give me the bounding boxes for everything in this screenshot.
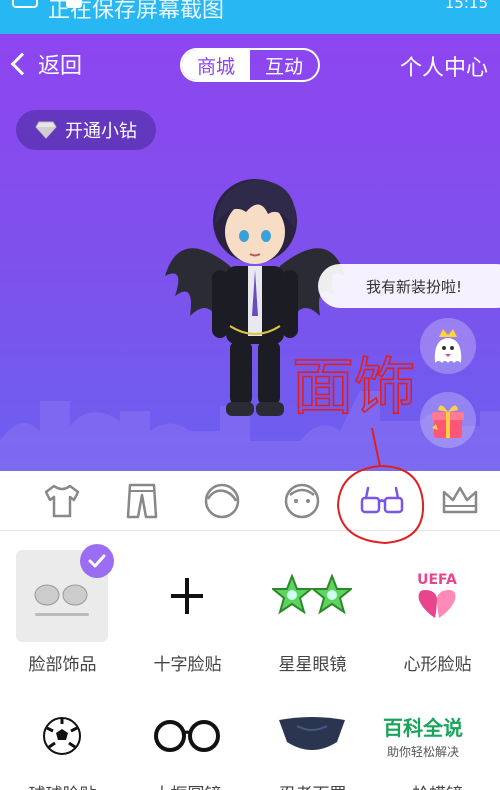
item-label: 球球脸贴 <box>0 780 125 790</box>
item-cross-sticker[interactable]: 十字脸贴 <box>125 532 250 675</box>
face-accessory-icon <box>34 584 89 616</box>
ninja-mask-icon <box>279 717 345 750</box>
status-time: 15:15 <box>444 0 488 12</box>
selected-check-icon <box>80 544 114 578</box>
avatar-stage: 返回 商城 互动 个人中心 开通小钻 我有新装扮啦! <box>0 34 500 471</box>
category-tab-bar <box>0 471 500 531</box>
item-label: 忍者面罩 <box>250 780 375 790</box>
item-thumb <box>16 690 108 782</box>
watermark-title: 百科全说 <box>383 716 463 740</box>
item-face-accessory[interactable]: 脸部饰品 <box>0 532 125 675</box>
camera-icon <box>12 0 38 8</box>
profile-link[interactable]: 个人中心 <box>400 50 488 82</box>
hair-icon <box>204 483 240 519</box>
tab-hair[interactable] <box>192 479 252 523</box>
watermark-logo: 百科全说 助你轻松解决 <box>358 712 488 760</box>
item-heart-sticker[interactable]: UEFA 心形脸贴 <box>375 532 500 675</box>
watermark-subtitle: 助你轻松解决 <box>386 745 459 759</box>
face-icon <box>284 483 320 519</box>
gift-button[interactable] <box>420 392 476 448</box>
cross-sticker-icon <box>171 578 203 614</box>
tab-headwear[interactable] <box>430 479 490 523</box>
star-glasses-icon <box>272 574 352 615</box>
tab-accessories[interactable] <box>352 479 412 523</box>
status-bar: 正在保存屏幕截图 15:15 <box>0 0 500 34</box>
vip-label: 开通小钻 <box>65 121 137 142</box>
glasses-icon <box>360 486 404 514</box>
vip-button[interactable]: 开通小钻 <box>16 110 156 150</box>
tab-interact[interactable]: 互动 <box>250 50 318 80</box>
item-label: 大框圆镜 <box>125 780 250 790</box>
speech-bubble: 我有新装扮啦! <box>318 264 500 308</box>
tab-mall[interactable]: 商城 <box>182 50 250 80</box>
avatar-king-button[interactable] <box>420 318 476 374</box>
uefa-badge: UEFA <box>417 572 457 588</box>
gift-icon <box>432 405 464 438</box>
tab-face[interactable] <box>272 479 332 523</box>
item-thumb <box>141 690 233 782</box>
crown-icon <box>442 486 478 514</box>
tab-bottoms[interactable] <box>112 479 172 523</box>
mode-segmented-control: 商城 互动 <box>180 48 320 82</box>
item-ninja-mask[interactable]: 忍者面罩 <box>250 672 375 790</box>
ghost-crown-icon <box>434 329 462 363</box>
tab-tops[interactable] <box>32 479 92 523</box>
item-thumb <box>141 550 233 642</box>
item-thumb <box>266 690 358 782</box>
pants-icon <box>126 483 158 519</box>
shirt-icon <box>44 484 80 518</box>
item-round-glasses[interactable]: 大框圆镜 <box>125 672 250 790</box>
status-notification: 正在保存屏幕截图 <box>48 0 225 23</box>
round-glasses-icon <box>154 720 220 752</box>
chevron-left-icon <box>10 52 34 76</box>
back-label: 返回 <box>38 54 83 79</box>
item-thumb: UEFA <box>391 550 483 642</box>
item-star-glasses[interactable]: 星星眼镜 <box>250 532 375 675</box>
soccer-ball-icon <box>43 717 81 755</box>
heart-sticker-icon: UEFA <box>417 572 457 618</box>
item-label: 蛤蟆镜 <box>375 780 500 790</box>
item-soccer-sticker[interactable]: 球球脸贴 <box>0 672 125 790</box>
back-button[interactable]: 返回 <box>10 48 83 80</box>
item-thumb <box>266 550 358 642</box>
diamond-icon <box>35 121 57 139</box>
